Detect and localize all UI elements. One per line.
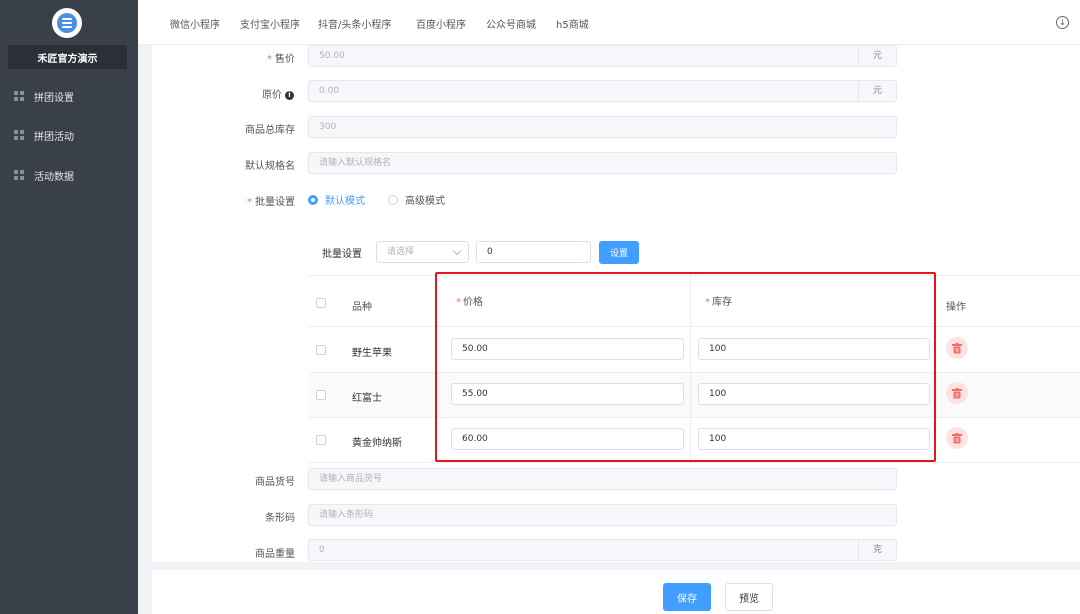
total-stock-input[interactable]: 300	[308, 116, 897, 138]
batch-set-button[interactable]: 设置	[599, 241, 639, 264]
goods-no-label: 商品货号	[255, 477, 295, 488]
sidebar-item-label: 拼团活动	[34, 131, 74, 143]
sidebar-item-label: 活动数据	[34, 171, 74, 183]
radio-advanced-mode[interactable]: 高级模式	[388, 192, 445, 207]
row-checkbox[interactable]	[316, 435, 326, 445]
variety-name: 野生苹果	[352, 348, 392, 359]
batch-value-input[interactable]: 0	[476, 241, 591, 263]
download-circle-icon[interactable]: ↓	[1056, 16, 1069, 29]
batch-setting-label: 批量设置	[322, 249, 362, 260]
goods-no-input[interactable]: 请输入商品货号	[308, 468, 897, 490]
row-checkbox[interactable]	[316, 390, 326, 400]
tab-alipay[interactable]: 支付宝小程序	[240, 16, 300, 31]
grid-icon	[14, 130, 24, 140]
default-spec-label: 默认规格名	[245, 161, 295, 172]
price-cell-input[interactable]: 60.00	[451, 428, 684, 450]
sidebar: 禾匠官方演示 拼团设置 拼团活动 活动数据	[0, 0, 138, 614]
total-stock-label: 商品总库存	[245, 125, 295, 136]
stock-cell-input[interactable]: 100	[698, 338, 930, 360]
row-checkbox[interactable]	[316, 345, 326, 355]
stock-cell-input[interactable]: 100	[698, 428, 930, 450]
radio-default-mode[interactable]: 默认模式	[308, 192, 365, 207]
chevron-down-icon	[452, 246, 462, 256]
grid-icon	[14, 91, 24, 101]
form-footer: 保存 预览	[152, 570, 1080, 614]
radio-dot	[308, 194, 318, 205]
table-border	[309, 326, 1080, 327]
table-border	[309, 275, 1080, 276]
select-all-checkbox[interactable]	[316, 298, 326, 308]
radio-dot	[388, 194, 398, 205]
tab-official-account[interactable]: 公众号商城	[486, 16, 536, 31]
column-header-action: 操作	[946, 302, 966, 313]
tab-wechat[interactable]: 微信小程序	[170, 16, 220, 31]
preview-button[interactable]: 预览	[725, 583, 773, 611]
table-border	[690, 275, 691, 462]
weight-label: 商品重量	[255, 549, 295, 560]
weight-input[interactable]: 0 克	[308, 539, 897, 561]
price-input[interactable]: 50.00 元	[308, 45, 897, 67]
sidebar-item-label: 拼团设置	[34, 92, 74, 104]
tab-douyin[interactable]: 抖音/头条小程序	[318, 16, 391, 31]
price-label: * 售价	[267, 54, 295, 65]
variety-name: 黄金帅纳斯	[352, 438, 402, 449]
trash-icon	[952, 387, 962, 398]
original-price-label: 原价 i	[152, 86, 294, 101]
column-header-price: * 价格	[456, 297, 483, 308]
table-border	[309, 462, 1080, 463]
batch-mode-label: * 批量设置	[247, 197, 295, 208]
column-header-variety: 品种	[352, 302, 372, 313]
price-unit: 元	[858, 46, 896, 66]
delete-row-button[interactable]	[946, 337, 968, 359]
delete-row-button[interactable]	[946, 382, 968, 404]
price-cell-input[interactable]: 50.00	[451, 338, 684, 360]
barcode-label: 条形码	[265, 513, 295, 524]
tab-baidu[interactable]: 百度小程序	[416, 16, 466, 31]
trash-icon	[952, 342, 962, 353]
barcode-input[interactable]: 请输入条形码	[308, 504, 897, 526]
table-border	[309, 372, 1080, 373]
save-button[interactable]: 保存	[663, 583, 711, 611]
price-cell-input[interactable]: 55.00	[451, 383, 684, 405]
grid-icon	[14, 170, 24, 180]
brand-name: 禾匠官方演示	[8, 45, 127, 69]
weight-unit: 克	[858, 540, 896, 560]
info-icon[interactable]: i	[285, 90, 294, 100]
original-price-input[interactable]: 0.00 元	[308, 80, 897, 102]
sidebar-item-group-settings[interactable]: 拼团设置	[0, 84, 138, 108]
sidebar-item-activity-data[interactable]: 活动数据	[0, 163, 138, 187]
default-spec-input[interactable]: 请输入默认规格名	[308, 152, 897, 174]
batch-select[interactable]: 请选择	[376, 241, 469, 263]
goods-form: * 售价 50.00 元 原价 i 0.00 元 商品总库存 300 默认规格名 请…	[152, 45, 1080, 562]
tab-h5[interactable]: h5商城	[556, 16, 589, 31]
trash-icon	[952, 432, 962, 443]
column-header-stock: * 库存	[705, 297, 732, 308]
variety-name: 红富士	[352, 393, 382, 404]
original-price-unit: 元	[858, 81, 896, 101]
table-border	[309, 417, 1080, 418]
stock-cell-input[interactable]: 100	[698, 383, 930, 405]
top-nav: 微信小程序 支付宝小程序 抖音/头条小程序 百度小程序 公众号商城 h5商城 ↓	[138, 0, 1080, 45]
app-logo	[52, 8, 82, 38]
delete-row-button[interactable]	[946, 427, 968, 449]
sidebar-item-group-activity[interactable]: 拼团活动	[0, 123, 138, 147]
